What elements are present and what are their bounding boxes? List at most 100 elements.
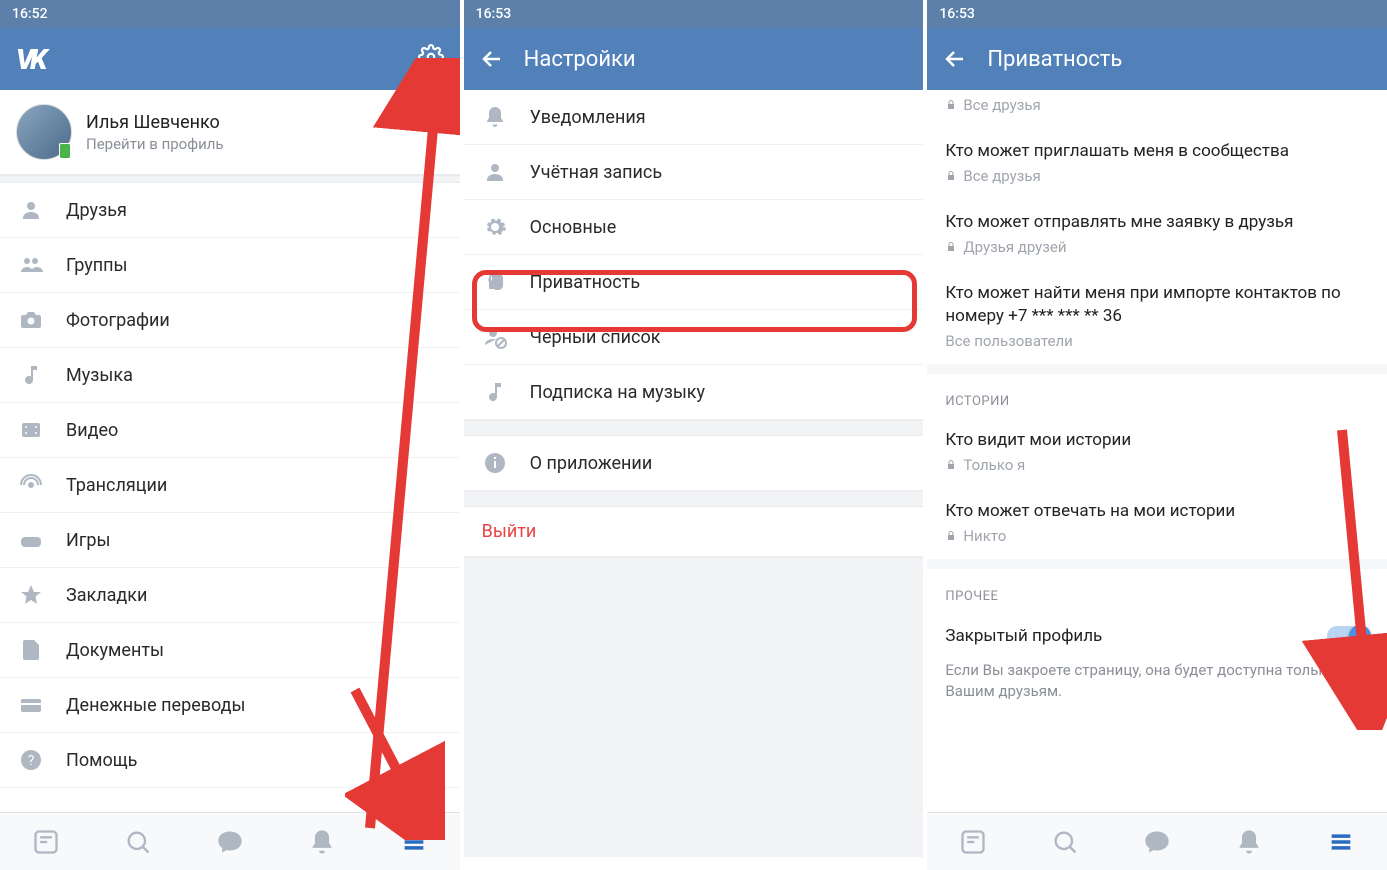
privacy-row-stories-view[interactable]: Кто видит мои истории Только я	[927, 417, 1387, 488]
settings-general[interactable]: Основные	[464, 200, 924, 255]
arrow-left-icon	[480, 47, 504, 71]
separator	[0, 175, 460, 183]
menu-label: Учётная запись	[530, 162, 906, 183]
settings-music-sub[interactable]: Подписка на музыку	[464, 365, 924, 420]
privacy-row-stories-reply[interactable]: Кто может отвечать на мои истории Никто	[927, 488, 1387, 559]
status-bar: 16:53	[927, 0, 1387, 28]
menu-label: Фотографии	[66, 310, 442, 331]
closed-profile-switch[interactable]	[1327, 626, 1369, 646]
menu-games[interactable]: Игры	[0, 513, 460, 568]
tab-notifications[interactable]	[1235, 828, 1263, 856]
privacy-value: Все друзья	[963, 167, 1040, 185]
menu-label: Приватность	[530, 272, 906, 293]
menu-label: Группы	[66, 255, 442, 276]
tab-feed[interactable]	[32, 828, 60, 856]
tab-feed[interactable]	[959, 828, 987, 856]
menu-photos[interactable]: Фотографии	[0, 293, 460, 348]
status-bar: 16:52	[0, 0, 460, 28]
friends-icon	[18, 197, 44, 223]
settings-privacy[interactable]: Приватность	[464, 255, 924, 310]
menu-label: Денежные переводы	[66, 695, 442, 716]
content: Уведомления Учётная запись Основные Прив…	[464, 90, 924, 870]
music-icon	[18, 362, 44, 388]
privacy-closed-profile[interactable]: Закрытый профиль	[927, 612, 1387, 656]
back-button[interactable]	[480, 47, 504, 71]
tab-menu[interactable]	[1327, 828, 1355, 856]
person-icon	[482, 159, 508, 185]
separator	[927, 364, 1387, 374]
menu-label: Друзья	[66, 200, 442, 221]
profile-row[interactable]: Илья Шевченко Перейти в профиль	[0, 90, 460, 175]
lock-icon	[945, 99, 957, 111]
settings-account[interactable]: Учётная запись	[464, 145, 924, 200]
card-icon	[18, 692, 44, 718]
privacy-title: Кто может найти меня при импорте контакт…	[945, 282, 1369, 328]
profile-info: Илья Шевченко Перейти в профиль	[86, 112, 224, 153]
settings-about[interactable]: О приложении	[464, 436, 924, 491]
avatar	[16, 104, 72, 160]
status-bar: 16:53	[464, 0, 924, 28]
menu-label: Основные	[530, 217, 906, 238]
settings-gear-button[interactable]	[418, 44, 444, 74]
star-icon	[18, 582, 44, 608]
closed-profile-description: Если Вы закроете страницу, она будет дос…	[927, 656, 1387, 722]
menu-help[interactable]: ? Помощь	[0, 733, 460, 788]
menu-video[interactable]: Видео	[0, 403, 460, 458]
separator	[464, 557, 924, 857]
video-icon	[18, 417, 44, 443]
tab-menu[interactable]	[400, 828, 428, 856]
privacy-title: Кто может отправлять мне заявку в друзья	[945, 211, 1369, 234]
menu-money[interactable]: Денежные переводы	[0, 678, 460, 733]
svg-text:?: ?	[28, 753, 35, 769]
header: Приватность	[927, 28, 1387, 90]
privacy-value: Все пользователи	[945, 332, 1073, 350]
privacy-title: Кто может приглашать меня в сообщества	[945, 140, 1369, 163]
privacy-value: Только я	[963, 456, 1025, 474]
menu-groups[interactable]: Группы	[0, 238, 460, 293]
settings-blacklist[interactable]: Чёрный список	[464, 310, 924, 365]
menu-friends[interactable]: Друзья	[0, 183, 460, 238]
menu-label: Игры	[66, 530, 442, 551]
menu-music[interactable]: Музыка	[0, 348, 460, 403]
profile-name: Илья Шевченко	[86, 112, 224, 133]
bell-icon	[482, 104, 508, 130]
menu-label: Чёрный список	[530, 327, 906, 348]
tab-search[interactable]	[1051, 828, 1079, 856]
privacy-row-truncated[interactable]: Все друзья	[927, 90, 1387, 128]
privacy-row-friend-requests[interactable]: Кто может отправлять мне заявку в друзья…	[927, 199, 1387, 270]
separator	[464, 420, 924, 436]
back-button[interactable]	[943, 47, 967, 71]
menu-bookmarks[interactable]: Закладки	[0, 568, 460, 623]
tab-notifications[interactable]	[308, 828, 336, 856]
tab-messages[interactable]	[216, 828, 244, 856]
info-icon	[482, 450, 508, 476]
separator	[464, 491, 924, 507]
block-icon	[482, 324, 508, 350]
menu-docs[interactable]: Документы	[0, 623, 460, 678]
content: Илья Шевченко Перейти в профиль Друзья Г…	[0, 90, 460, 812]
tab-messages[interactable]	[1143, 828, 1171, 856]
menu-label: Документы	[66, 640, 442, 661]
lock-icon	[945, 170, 957, 182]
bottom-nav	[927, 812, 1387, 870]
menu-label: Подписка на музыку	[530, 382, 906, 403]
menu-label: Закладки	[66, 585, 442, 606]
header: Настройки	[464, 28, 924, 90]
toggle-label: Закрытый профиль	[945, 626, 1327, 646]
menu-label: Трансляции	[66, 475, 442, 496]
privacy-icon	[482, 269, 508, 295]
tab-search[interactable]	[124, 828, 152, 856]
header-title: Приватность	[987, 47, 1122, 72]
privacy-title: Кто видит мои истории	[945, 429, 1369, 452]
privacy-title: Кто может отвечать на мои истории	[945, 500, 1369, 523]
menu-label: Уведомления	[530, 107, 906, 128]
privacy-row-invite-groups[interactable]: Кто может приглашать меня в сообщества В…	[927, 128, 1387, 199]
gamepad-icon	[18, 527, 44, 553]
screen-settings: 16:53 Настройки Уведомления Учётная запи…	[464, 0, 924, 870]
settings-notifications[interactable]: Уведомления	[464, 90, 924, 145]
privacy-row-find-by-phone[interactable]: Кто может найти меня при импорте контакт…	[927, 270, 1387, 364]
separator	[927, 559, 1387, 569]
privacy-value: Никто	[963, 527, 1006, 545]
settings-logout[interactable]: Выйти	[464, 507, 924, 557]
menu-live[interactable]: Трансляции	[0, 458, 460, 513]
